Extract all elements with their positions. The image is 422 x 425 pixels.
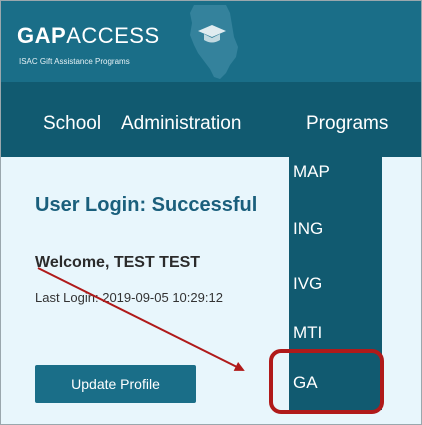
menu-item-map[interactable]: MAP — [289, 161, 382, 201]
update-profile-button[interactable]: Update Profile — [35, 365, 196, 403]
menu-item-ing[interactable]: ING — [289, 218, 382, 258]
programs-dropdown-menu: MAP ING IVG MTI GA — [289, 157, 382, 410]
graduation-cap-icon — [198, 25, 226, 43]
logo-subtitle: ISAC Gift Assistance Programs — [19, 57, 130, 66]
nav-item-administration[interactable]: Administration — [121, 113, 241, 135]
app-header: GAPACCESS ISAC Gift Assistance Programs — [1, 1, 421, 82]
last-login-text: Last Login: 2019-09-05 10:29:12 — [35, 290, 223, 305]
menu-item-ivg[interactable]: IVG — [289, 273, 382, 313]
menu-item-ga[interactable]: GA — [289, 372, 382, 412]
main-nav: School Administration Programs — [1, 82, 421, 157]
logo-gap: GAP — [17, 23, 67, 48]
logo-access: ACCESS — [66, 23, 160, 48]
logo[interactable]: GAPACCESS — [17, 25, 160, 47]
menu-item-mti[interactable]: MTI — [289, 322, 382, 362]
welcome-text: Welcome, TEST TEST — [35, 254, 201, 271]
nav-item-programs[interactable]: Programs — [306, 113, 388, 135]
nav-item-school[interactable]: School — [43, 113, 101, 135]
page-title: User Login: Successful — [35, 194, 258, 216]
